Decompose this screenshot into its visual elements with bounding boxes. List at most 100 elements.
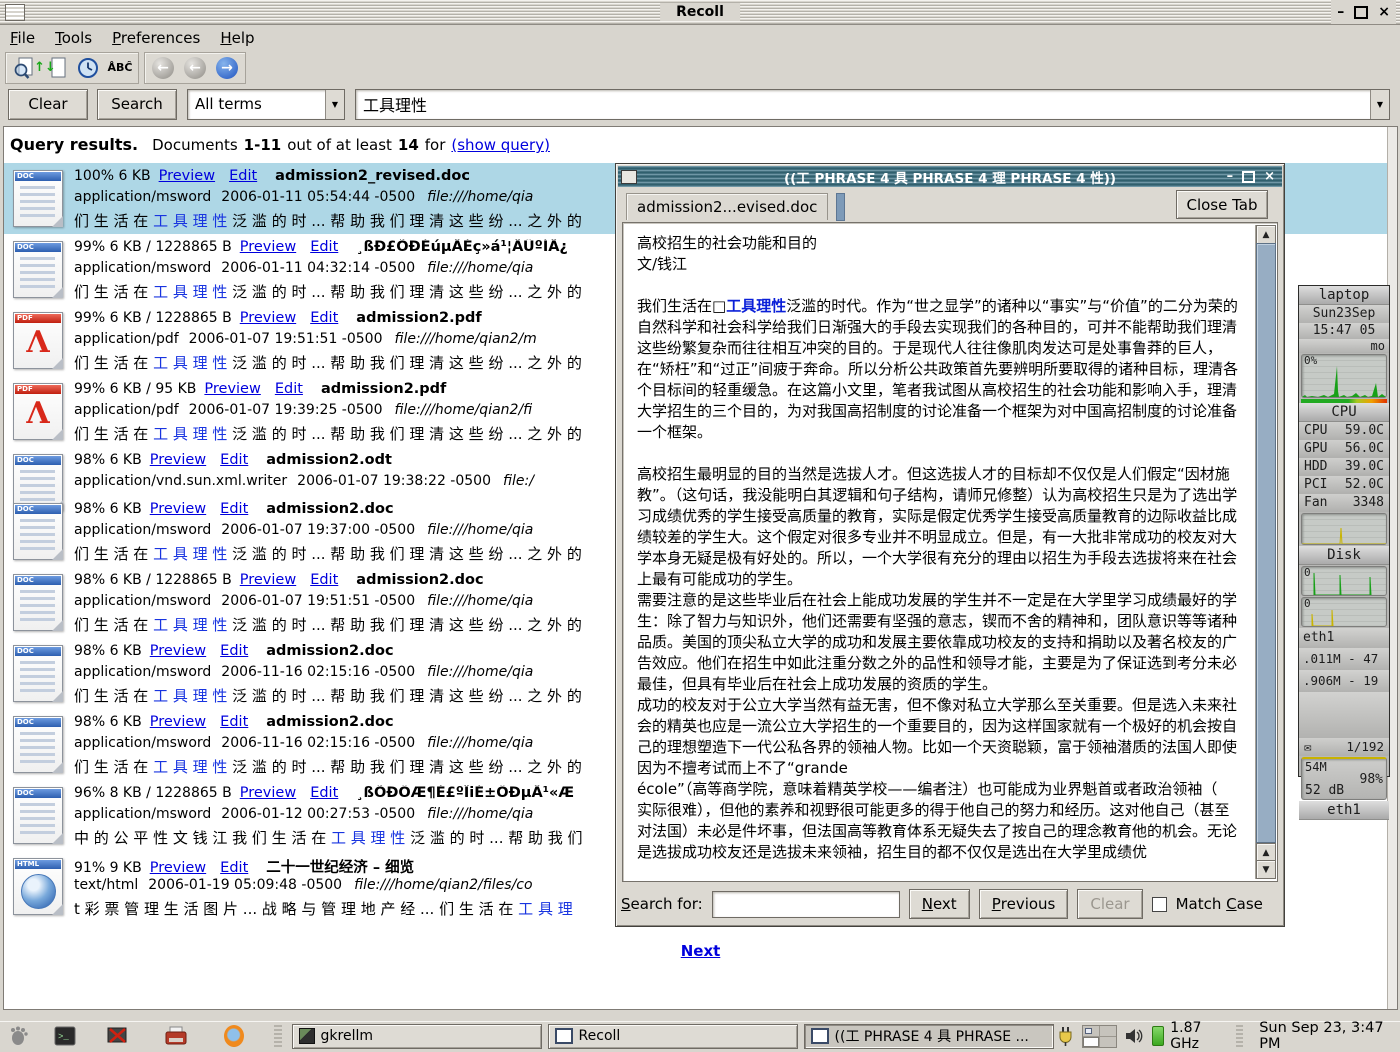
find-clear-button[interactable]: Clear [1077, 889, 1142, 919]
close-icon[interactable]: × [1378, 4, 1390, 20]
gnome-menu-icon[interactable] [6, 1024, 29, 1048]
workspace-4[interactable] [1100, 1037, 1116, 1047]
nav-forward-icon[interactable]: → [213, 55, 241, 81]
task-button[interactable]: Recoll [548, 1024, 798, 1049]
preview-document-view[interactable]: 高校招生的社会功能和目的文/钱江我们生活在□工具理性泛滥的时代。作为“世之显学”… [622, 222, 1278, 882]
query-input[interactable]: 工具理性 ▼ [355, 89, 1390, 120]
result-mimetype: application/msword [74, 260, 211, 276]
task-button[interactable]: ((工 PHRASE 4 具 PHRASE ... [804, 1024, 1054, 1049]
result-url: file:///home/qia [427, 735, 533, 751]
pdf-file-icon: PDFΛ [13, 383, 63, 440]
mail-row[interactable]: ✉ 1/192 [1299, 738, 1389, 756]
doc-file-icon: DOC [13, 645, 63, 702]
find-input[interactable] [712, 891, 900, 918]
sensor-row: HDD39.0C [1299, 458, 1389, 476]
menu-preferences[interactable]: Preferences [112, 29, 200, 47]
preview-link[interactable]: Preview [150, 643, 206, 659]
workspace-pager[interactable] [1082, 1025, 1117, 1048]
menu-file[interactable]: File [10, 29, 35, 47]
firefox-icon[interactable] [224, 1025, 244, 1047]
match-case-checkbox[interactable] [1152, 897, 1167, 912]
preview-link[interactable]: Preview [240, 572, 296, 588]
window-menu-icon[interactable] [5, 4, 25, 21]
chevron-down-icon[interactable]: ▼ [325, 90, 344, 119]
workspace-3[interactable] [1083, 1037, 1099, 1047]
maximize-icon[interactable] [1354, 6, 1368, 19]
result-meta: 99% 6 KB / 95 KB [74, 381, 196, 397]
edit-link[interactable]: Edit [220, 452, 248, 468]
tab-document[interactable]: admission2...evised.doc [626, 193, 828, 220]
preview-link[interactable]: Preview [204, 381, 260, 397]
result-meta: 100% 6 KB [74, 168, 151, 184]
tray-handle[interactable] [1236, 1025, 1243, 1047]
preview-link[interactable]: Preview [240, 239, 296, 255]
task-label: gkrellm [321, 1028, 373, 1044]
preview-link[interactable]: Preview [150, 452, 206, 468]
preview-maximize-icon[interactable] [1242, 171, 1255, 183]
edit-link[interactable]: Edit [220, 643, 248, 659]
result-url: file:///home/qian2/fi [394, 402, 532, 418]
find-previous-button[interactable]: Previous [979, 889, 1069, 919]
minimize-icon[interactable]: – [1337, 4, 1344, 20]
menu-tools[interactable]: Tools [55, 29, 92, 47]
workspace-1[interactable] [1083, 1026, 1099, 1036]
gkrellm-task-icon [299, 1028, 315, 1044]
edit-link[interactable]: Edit [310, 239, 338, 255]
gkrellm-time: 15:47 05 [1299, 323, 1389, 339]
taskbar-handle[interactable] [274, 1025, 281, 1047]
search-button[interactable]: Search [97, 89, 177, 120]
preview-link[interactable]: Preview [150, 714, 206, 730]
edit-link[interactable]: Edit [229, 168, 257, 184]
task-button[interactable]: gkrellm [292, 1024, 542, 1049]
nav-back-icon[interactable]: ← [181, 55, 209, 81]
search-mode-select[interactable]: All terms ▼ [187, 89, 345, 120]
edit-link[interactable]: Edit [275, 381, 303, 397]
pdf-file-icon: PDFΛ [13, 312, 63, 369]
force-quit-icon[interactable] [105, 1024, 128, 1048]
preview-scrollbar[interactable]: ▲ ▲ ▼ [1255, 225, 1275, 879]
preview-link[interactable]: Preview [240, 310, 296, 326]
preview-window-menu-icon[interactable] [621, 170, 637, 184]
scroll-up-icon[interactable]: ▲ [1256, 225, 1276, 244]
next-page-link[interactable]: Next [681, 942, 721, 960]
result-date: 2006-01-12 00:27:53 -0500 [221, 806, 415, 822]
nav-first-icon[interactable]: ← [149, 55, 177, 81]
preview-close-icon[interactable]: × [1264, 169, 1275, 184]
clear-button[interactable]: Clear [8, 89, 88, 120]
edit-link[interactable]: Edit [220, 714, 248, 730]
edit-link[interactable]: Edit [310, 785, 338, 801]
power-plug-icon[interactable] [1054, 1024, 1077, 1048]
main-titlebar[interactable]: Recoll – × [0, 0, 1400, 25]
preview-titlebar[interactable]: ((工 PHRASE 4 具 PHRASE 4 理 PHRASE 4 性)) –… [618, 166, 1282, 187]
taskbar-clock: Sun Sep 23, 3:47 PM [1253, 1020, 1400, 1052]
edit-link[interactable]: Edit [220, 501, 248, 517]
sort-parameters-icon[interactable]: ↑↓ [42, 55, 70, 81]
gkrellm-monitor[interactable]: laptop Sun23Sep 15:47 05 mo 0% CPU CPU59… [1298, 285, 1390, 777]
history-clock-icon[interactable] [74, 55, 102, 81]
preview-link[interactable]: Preview [150, 860, 206, 876]
cpu-frequency-icon[interactable] [1152, 1026, 1164, 1046]
preview-link[interactable]: Preview [159, 168, 215, 184]
scroll-down-icon[interactable]: ▼ [1256, 860, 1276, 879]
chevron-down-icon[interactable]: ▼ [1370, 90, 1389, 119]
find-next-button[interactable]: Next [909, 889, 970, 919]
preview-link[interactable]: Preview [150, 501, 206, 517]
workspace-2[interactable] [1100, 1026, 1116, 1036]
edit-link[interactable]: Edit [310, 310, 338, 326]
menu-help[interactable]: Help [220, 29, 254, 47]
show-query-link[interactable]: (show query) [451, 136, 550, 154]
edit-link[interactable]: Edit [310, 572, 338, 588]
terminal-icon[interactable]: >_ [53, 1024, 76, 1048]
close-tab-button[interactable]: Close Tab [1176, 190, 1268, 219]
term-explorer-icon[interactable]: ÅBĈ [106, 55, 134, 81]
print-typewriter-icon[interactable] [164, 1024, 188, 1048]
result-date: 2006-01-07 19:51:51 -0500 [221, 593, 415, 609]
result-date: 2006-01-07 19:39:25 -0500 [189, 402, 383, 418]
edit-link[interactable]: Edit [220, 860, 248, 876]
result-meta: 98% 6 KB [74, 714, 142, 730]
preview-minimize-icon[interactable]: – [1227, 169, 1234, 184]
search-bar: Clear Search All terms ▼ 工具理性 ▼ [0, 86, 1400, 122]
scrollbar-thumb[interactable] [1256, 243, 1276, 843]
volume-icon[interactable] [1123, 1024, 1146, 1048]
preview-link[interactable]: Preview [240, 785, 296, 801]
